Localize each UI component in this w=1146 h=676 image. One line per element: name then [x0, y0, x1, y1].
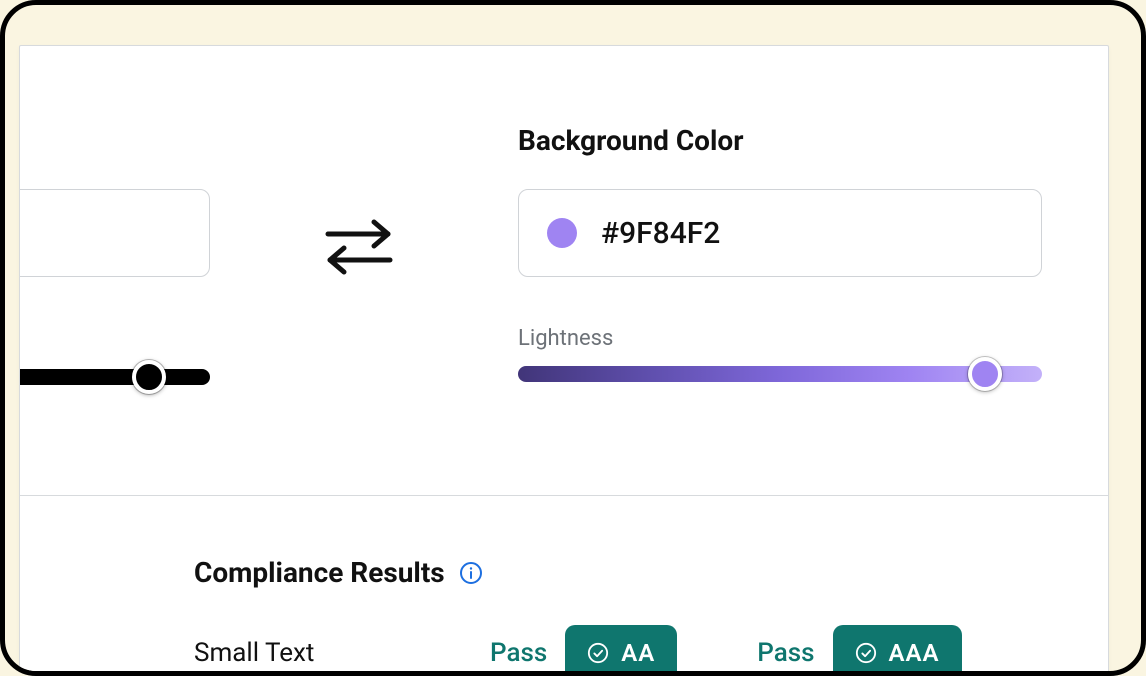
lightness-label: Lightness — [518, 326, 613, 351]
color-picker-section: Background Color #9F84F2 Lightness — [20, 46, 1108, 496]
foreground-color-input[interactable] — [19, 189, 210, 277]
background-color-input[interactable]: #9F84F2 — [518, 189, 1042, 277]
info-icon[interactable] — [459, 561, 483, 585]
aaa-badge: AAA — [833, 625, 962, 676]
background-color-swatch — [547, 218, 577, 248]
aa-badge: AA — [565, 625, 677, 676]
compliance-header: Compliance Results — [194, 556, 1068, 589]
compliance-section: Compliance Results Small Text Pass — [20, 496, 1108, 676]
check-circle-icon — [855, 642, 877, 664]
result-row-label: Small Text — [194, 638, 490, 668]
aa-status-text: Pass — [490, 638, 547, 668]
main-panel: Background Color #9F84F2 Lightness Compl… — [19, 45, 1109, 676]
aaa-badge-text: AAA — [889, 639, 940, 667]
swap-colors-button[interactable] — [320, 211, 398, 281]
table-row: Small Text Pass AA Pass AAA — [194, 625, 1068, 676]
background-lightness-slider[interactable] — [518, 366, 1042, 382]
background-lightness-thumb[interactable] — [968, 357, 1002, 391]
check-circle-icon — [587, 642, 609, 664]
compliance-title: Compliance Results — [194, 556, 445, 589]
background-color-heading: Background Color — [518, 124, 743, 157]
foreground-lightness-thumb[interactable] — [132, 360, 166, 394]
background-color-hex: #9F84F2 — [601, 216, 720, 251]
aaa-status-text: Pass — [757, 638, 814, 668]
app-frame: Background Color #9F84F2 Lightness Compl… — [0, 0, 1146, 676]
foreground-lightness-slider[interactable] — [19, 369, 210, 385]
aa-badge-text: AA — [621, 639, 655, 667]
